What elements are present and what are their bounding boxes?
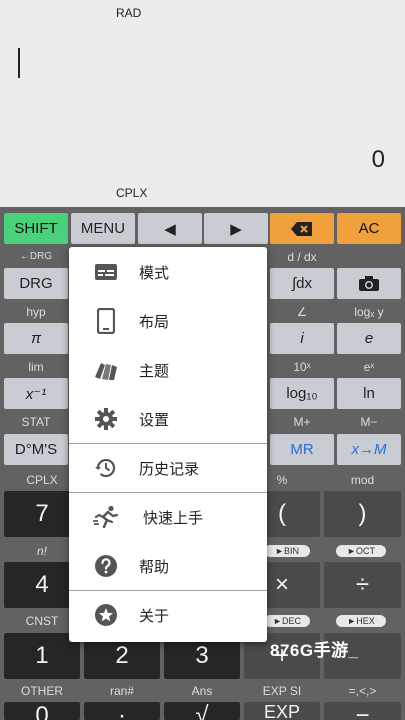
log-base-label: logₓ y [354, 305, 384, 319]
menu-item-label: 快速上手 [143, 509, 204, 527]
mode-icon [91, 257, 121, 287]
gear-icon [91, 404, 121, 434]
all-clear-button[interactable]: AC [337, 213, 401, 244]
menu-item-help[interactable]: 帮助 [69, 542, 267, 590]
exp-si-label: EXP SI [262, 684, 302, 698]
backspace-icon [291, 221, 312, 236]
camera-icon [359, 275, 379, 291]
menu-item-layout[interactable]: 布局 [69, 297, 267, 345]
integral-button[interactable]: ∫dx [270, 268, 334, 299]
history-icon [91, 453, 121, 483]
star-icon [91, 600, 121, 630]
to-dec-label: ►DEC [264, 615, 310, 627]
angle-label: ∠ [296, 305, 308, 319]
to-oct-label: ►OCT [336, 545, 386, 557]
input-cursor [18, 48, 20, 78]
mod-label: mod [350, 473, 375, 487]
to-bin-label: ►BIN [264, 545, 310, 557]
cursor-right-button[interactable]: ▶ [204, 213, 268, 244]
stat-label: STAT [21, 415, 51, 429]
to-hex-label: ►HEX [336, 615, 386, 627]
comparison-label: =,<,> [348, 684, 377, 698]
menu-item-label: 帮助 [139, 558, 170, 576]
menu-button[interactable]: MENU [71, 213, 135, 244]
phone-icon [91, 306, 121, 336]
angle-mode-indicator: RAD [116, 6, 142, 20]
euler-button[interactable]: e [337, 323, 401, 354]
menu-item-theme[interactable]: 主题 [69, 346, 267, 394]
menu-item-label: 历史记录 [139, 460, 200, 478]
decimal-button[interactable]: · [84, 702, 160, 720]
help-icon [91, 551, 121, 581]
exp-button[interactable]: EXP [244, 702, 320, 720]
other-label: OTHER [21, 684, 63, 698]
cursor-left-button[interactable]: ◀ [138, 213, 202, 244]
menu-item-label: 主题 [139, 362, 170, 380]
ln-button[interactable]: ln [337, 378, 401, 409]
menu-item-label: 布局 [139, 313, 170, 331]
menu-item-mode[interactable]: 模式 [69, 248, 267, 296]
memory-minus-label: M− [360, 415, 378, 429]
menu-item-about[interactable]: 关于 [69, 591, 267, 639]
menu-item-label: 关于 [139, 607, 170, 625]
main-menu: 模式 布局 主题 设置 历史记录 快速上手 帮助 关于 [69, 247, 267, 642]
watermark-text: 876G手游_ [270, 641, 359, 660]
close-paren-button[interactable]: ) [324, 491, 401, 537]
dms-button[interactable]: D°M'S [4, 434, 68, 465]
menu-item-label: 设置 [139, 411, 170, 429]
menu-item-label: 模式 [139, 264, 170, 282]
reciprocal-button[interactable]: x⁻¹ [4, 378, 68, 409]
menu-item-settings[interactable]: 设置 [69, 395, 267, 443]
camera-button[interactable] [337, 268, 401, 299]
lim-label: lim [28, 360, 44, 374]
sqrt-button[interactable]: √ [164, 702, 240, 720]
imaginary-button[interactable]: i [270, 323, 334, 354]
menu-item-quick-start[interactable]: 快速上手 [69, 493, 267, 541]
minus-button[interactable]: − [324, 702, 401, 720]
divide-button[interactable]: ÷ [324, 562, 401, 608]
drg-shift-label: ←DRG [19, 251, 53, 262]
shift-button[interactable]: SHIFT [4, 213, 68, 244]
pi-button[interactable]: π [4, 323, 68, 354]
display-area[interactable]: RAD 0 CPLX [0, 0, 405, 207]
hyp-label: hyp [26, 305, 46, 319]
memory-plus-label: M+ [293, 415, 311, 429]
answer-label: Ans [191, 684, 213, 698]
derivative-label: d / dx [287, 250, 317, 264]
backspace-button[interactable] [270, 213, 334, 244]
random-label: ran# [109, 684, 135, 698]
theme-icon [91, 355, 121, 385]
store-memory-button[interactable]: x→M [337, 434, 401, 465]
log10-button[interactable]: log₁₀ [270, 378, 334, 409]
running-icon [91, 502, 121, 532]
complex-mode-indicator: CPLX [116, 186, 148, 200]
drg-button[interactable]: DRG [4, 268, 68, 299]
result-value: 0 [371, 146, 385, 173]
digit-0-button[interactable]: 0 [4, 702, 80, 720]
memory-recall-button[interactable]: MR [270, 434, 334, 465]
exp-label: eˣ [363, 360, 375, 374]
menu-item-history[interactable]: 历史记录 [69, 444, 267, 492]
ten-power-label: 10ˣ [293, 360, 311, 374]
